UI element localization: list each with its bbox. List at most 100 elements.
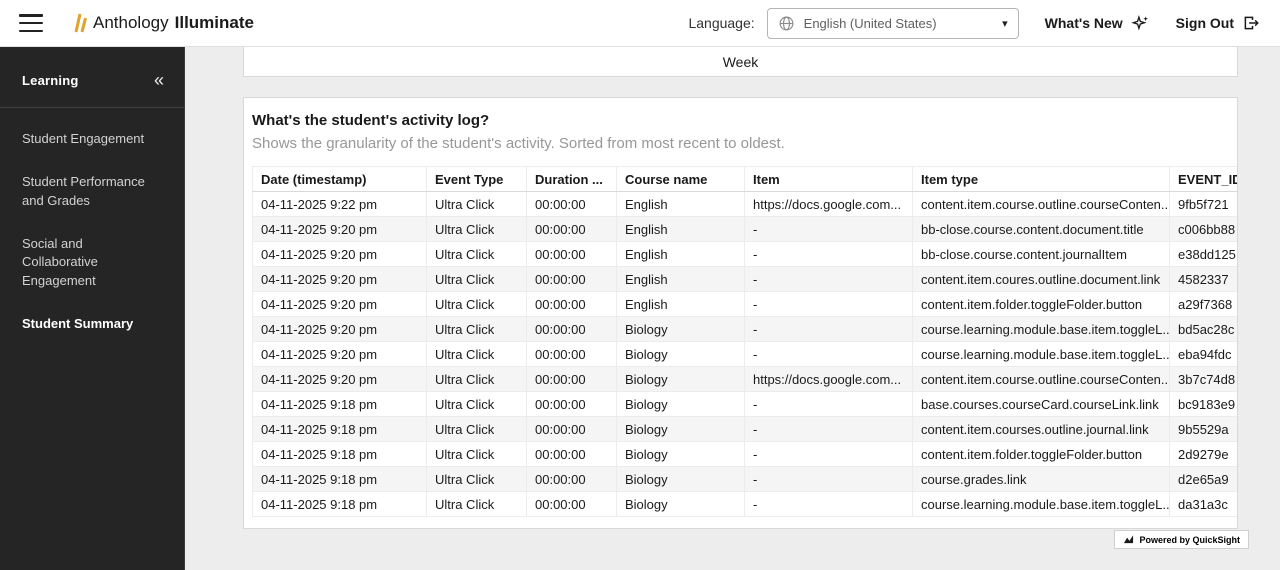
table-cell: content.item.course.outline.courseConten…: [913, 192, 1170, 217]
column-header-event-type[interactable]: Event Type: [427, 167, 527, 192]
table-cell: -: [745, 467, 913, 492]
table-cell: 04-11-2025 9:18 pm: [253, 442, 427, 467]
table-cell: -: [745, 417, 913, 442]
table-cell: 04-11-2025 9:18 pm: [253, 492, 427, 517]
table-cell: 9fb5f721: [1170, 192, 1239, 217]
sidebar: Learning « Student EngagementStudent Per…: [0, 47, 185, 570]
language-selected-value: English (United States): [804, 16, 993, 31]
table-cell: course.learning.module.base.item.toggleL…: [913, 492, 1170, 517]
column-header-duration[interactable]: Duration ...: [527, 167, 617, 192]
table-cell: bc9183e9: [1170, 392, 1239, 417]
globe-icon: [778, 15, 795, 32]
table-cell: 04-11-2025 9:20 pm: [253, 367, 427, 392]
chevron-down-icon: ▾: [1002, 17, 1008, 30]
table-cell: Biology: [617, 417, 745, 442]
table-cell: 2d9279e: [1170, 442, 1239, 467]
table-cell: 04-11-2025 9:22 pm: [253, 192, 427, 217]
column-header-date-timestamp[interactable]: Date (timestamp): [253, 167, 427, 192]
table-cell: 00:00:00: [527, 217, 617, 242]
table-cell: 00:00:00: [527, 342, 617, 367]
powered-by-quicksight-badge[interactable]: Powered by QuickSight: [1114, 530, 1249, 549]
table-cell: Ultra Click: [427, 217, 527, 242]
table-cell: 04-11-2025 9:20 pm: [253, 342, 427, 367]
table-cell: content.item.coures.outline.document.lin…: [913, 267, 1170, 292]
sidebar-collapse-icon[interactable]: «: [150, 71, 168, 89]
hamburger-menu-icon[interactable]: [18, 13, 44, 33]
table-cell: content.item.course.outline.courseConten…: [913, 367, 1170, 392]
table-cell: -: [745, 242, 913, 267]
table-row: 04-11-2025 9:20 pmUltra Click00:00:00Eng…: [253, 267, 1239, 292]
week-panel: Week: [243, 47, 1238, 77]
table-cell: 9b5529a: [1170, 417, 1239, 442]
table-header-row: Date (timestamp)Event TypeDuration ...Co…: [253, 167, 1239, 192]
table-cell: Ultra Click: [427, 442, 527, 467]
language-dropdown[interactable]: English (United States) ▾: [767, 8, 1019, 39]
column-header-item-type[interactable]: Item type: [913, 167, 1170, 192]
table-cell: 04-11-2025 9:20 pm: [253, 292, 427, 317]
table-cell: -: [745, 267, 913, 292]
powered-by-label: Powered by QuickSight: [1139, 535, 1240, 545]
table-cell: Ultra Click: [427, 292, 527, 317]
sidebar-item-student-summary[interactable]: Student Summary: [0, 303, 184, 346]
column-header-course-name[interactable]: Course name: [617, 167, 745, 192]
table-cell: course.grades.link: [913, 467, 1170, 492]
table-cell: Biology: [617, 392, 745, 417]
table-cell: 00:00:00: [527, 367, 617, 392]
table-cell: Ultra Click: [427, 492, 527, 517]
table-cell: Biology: [617, 492, 745, 517]
table-cell: 04-11-2025 9:20 pm: [253, 242, 427, 267]
table-cell: 00:00:00: [527, 317, 617, 342]
table-cell: a29f7368: [1170, 292, 1239, 317]
language-label: Language:: [688, 15, 754, 31]
sign-out-button[interactable]: Sign Out: [1176, 14, 1260, 32]
table-cell: Ultra Click: [427, 242, 527, 267]
table-cell: e38dd125: [1170, 242, 1239, 267]
table-cell: Biology: [617, 442, 745, 467]
table-cell: 00:00:00: [527, 292, 617, 317]
table-cell: Biology: [617, 342, 745, 367]
sidebar-section-title: Learning: [22, 73, 79, 88]
whats-new-label: What's New: [1045, 15, 1123, 31]
column-header-item[interactable]: Item: [745, 167, 913, 192]
whats-new-button[interactable]: What's New: [1045, 14, 1150, 33]
quicksight-logo-icon: [1123, 534, 1134, 545]
table-cell: -: [745, 492, 913, 517]
table-cell: https://docs.google.com...: [745, 367, 913, 392]
main-content: Week What's the student's activity log? …: [185, 47, 1280, 570]
sign-out-icon: [1242, 14, 1260, 32]
sidebar-item-student-engagement[interactable]: Student Engagement: [0, 118, 184, 161]
table-cell: Ultra Click: [427, 417, 527, 442]
table-cell: Ultra Click: [427, 342, 527, 367]
table-cell: c006bb88: [1170, 217, 1239, 242]
table-cell: content.item.courses.outline.journal.lin…: [913, 417, 1170, 442]
table-cell: 00:00:00: [527, 442, 617, 467]
table-row: 04-11-2025 9:18 pmUltra Click00:00:00Bio…: [253, 442, 1239, 467]
table-row: 04-11-2025 9:18 pmUltra Click00:00:00Bio…: [253, 492, 1239, 517]
table-cell: 00:00:00: [527, 192, 617, 217]
table-cell: -: [745, 317, 913, 342]
table-cell: bd5ac28c: [1170, 317, 1239, 342]
table-cell: 04-11-2025 9:20 pm: [253, 217, 427, 242]
table-cell: Ultra Click: [427, 367, 527, 392]
brand-name-first: Anthology: [93, 13, 169, 33]
table-cell: bb-close.course.content.document.title: [913, 217, 1170, 242]
table-cell: 04-11-2025 9:18 pm: [253, 417, 427, 442]
sidebar-item-social-and-collaborative-engagement[interactable]: Social and Collaborative Engagement: [0, 223, 184, 304]
table-row: 04-11-2025 9:20 pmUltra Click00:00:00Bio…: [253, 317, 1239, 342]
table-cell: 3b7c74d8: [1170, 367, 1239, 392]
table-cell: 00:00:00: [527, 242, 617, 267]
table-cell: 00:00:00: [527, 467, 617, 492]
table-cell: 4582337: [1170, 267, 1239, 292]
anthology-logo-icon: [72, 12, 87, 34]
table-cell: Ultra Click: [427, 192, 527, 217]
table-cell: 00:00:00: [527, 492, 617, 517]
table-cell: da31a3c: [1170, 492, 1239, 517]
table-cell: course.learning.module.base.item.toggleL…: [913, 342, 1170, 367]
table-row: 04-11-2025 9:20 pmUltra Click00:00:00Eng…: [253, 292, 1239, 317]
table-cell: Ultra Click: [427, 267, 527, 292]
table-cell: -: [745, 442, 913, 467]
table-cell: Ultra Click: [427, 317, 527, 342]
column-header-event-id[interactable]: EVENT_ID: [1170, 167, 1239, 192]
sidebar-item-student-performance-and-grades[interactable]: Student Performance and Grades: [0, 161, 184, 223]
table-row: 04-11-2025 9:18 pmUltra Click00:00:00Bio…: [253, 467, 1239, 492]
